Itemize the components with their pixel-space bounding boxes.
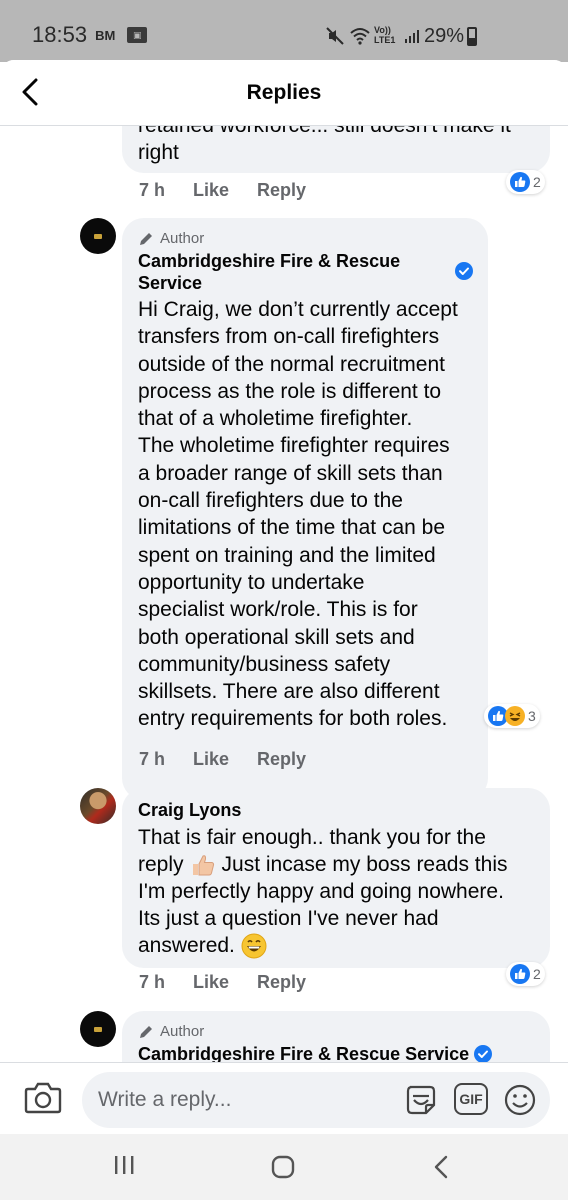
author-badge: Author: [138, 230, 204, 247]
author-badge: Author: [138, 1023, 204, 1040]
pencil-icon: [140, 1025, 152, 1038]
mute-icon: [326, 27, 344, 45]
system-back-button[interactable]: [432, 1154, 450, 1180]
sticker-icon: [406, 1085, 436, 1115]
commenter-name[interactable]: Cambridgeshire Fire & Rescue Service: [138, 250, 448, 294]
comment-time: 7 h: [139, 180, 166, 200]
reaction-count: 3: [528, 708, 536, 724]
comment-text: Its just a question I've never had: [138, 907, 439, 930]
verified-badge-icon: [455, 262, 473, 280]
comment-text: reply: [138, 853, 184, 876]
gallery-notification-icon: ▣: [127, 27, 148, 43]
gif-button[interactable]: GIF: [454, 1083, 488, 1115]
comment-text: I'm perfectly happy and going nowhere.: [138, 880, 504, 903]
comment-text: Hi Craig, we don’t currently accept tran…: [138, 298, 458, 731]
replies-sheet: Replies retained workforce... still does…: [0, 60, 568, 1134]
status-bar: 18:53 BM ▣ Vo)) LTE1 29%: [0, 0, 568, 62]
author-label: Author: [160, 1023, 205, 1040]
camera-icon: [24, 1082, 62, 1114]
like-button[interactable]: Like: [193, 972, 229, 993]
comment-time: 7 h: [139, 972, 166, 992]
grinning-emoji-icon: [241, 933, 267, 959]
comment-text: right: [138, 141, 179, 164]
laughing-icon: [505, 706, 525, 726]
emoji-button[interactable]: [503, 1083, 537, 1122]
comment-text: That is fair enough.. thank you for the: [138, 826, 486, 849]
comment-actions: 7 h Like Reply: [139, 180, 306, 201]
battery-percentage: 29%: [424, 25, 465, 47]
comment-time: 7 h: [139, 749, 166, 769]
battery-icon: [467, 27, 477, 46]
like-icon: [510, 172, 530, 192]
recent-apps-button[interactable]: [112, 1154, 136, 1176]
recent-apps-icon: [115, 1156, 134, 1174]
camera-button[interactable]: [24, 1081, 62, 1120]
avatar[interactable]: [80, 1011, 116, 1047]
reply-button[interactable]: Reply: [257, 180, 306, 201]
reaction-summary[interactable]: 2: [506, 170, 545, 194]
reply-button[interactable]: Reply: [257, 749, 306, 770]
sticker-button[interactable]: [404, 1083, 438, 1122]
reaction-summary[interactable]: 2: [506, 962, 545, 986]
like-icon: [510, 964, 530, 984]
avatar[interactable]: [80, 788, 116, 824]
reaction-count: 2: [533, 966, 541, 982]
system-navigation-bar: [0, 1134, 568, 1200]
comment-actions: 7 h Like Reply: [139, 972, 306, 993]
page-title: Replies: [246, 81, 322, 104]
comment-text: Just incase my boss reads this: [221, 853, 508, 876]
comment-text-line: answered.: [138, 932, 267, 959]
like-button[interactable]: Like: [193, 180, 229, 201]
author-label: Author: [160, 230, 205, 247]
signal-icon: [405, 30, 419, 43]
status-carrier-badge: BM: [95, 27, 116, 43]
comment-text-line: reply Just incase my boss reads this: [138, 851, 507, 878]
comment-actions: 7 h Like Reply: [139, 749, 306, 770]
home-icon: [271, 1155, 295, 1179]
smiley-icon: [504, 1084, 536, 1116]
wifi-icon: [350, 28, 370, 45]
status-time: 18:53: [32, 22, 88, 47]
pencil-icon: [140, 232, 152, 245]
header: Replies: [0, 60, 568, 126]
comment-text: answered.: [138, 934, 235, 957]
verified-badge-icon: [474, 1045, 492, 1063]
system-back-icon: [434, 1155, 448, 1179]
avatar[interactable]: [80, 218, 116, 254]
like-button[interactable]: Like: [193, 749, 229, 770]
gif-label: GIF: [459, 1091, 483, 1107]
reply-composer: GIF: [0, 1062, 568, 1134]
reply-button[interactable]: Reply: [257, 972, 306, 993]
commenter-name[interactable]: Craig Lyons: [138, 799, 241, 821]
volte-indicator: Vo)) LTE1: [374, 25, 396, 45]
reaction-summary[interactable]: 3: [484, 704, 540, 728]
reaction-count: 2: [533, 174, 541, 190]
thumbs-up-emoji-icon: [192, 854, 214, 876]
home-button[interactable]: [270, 1154, 296, 1180]
